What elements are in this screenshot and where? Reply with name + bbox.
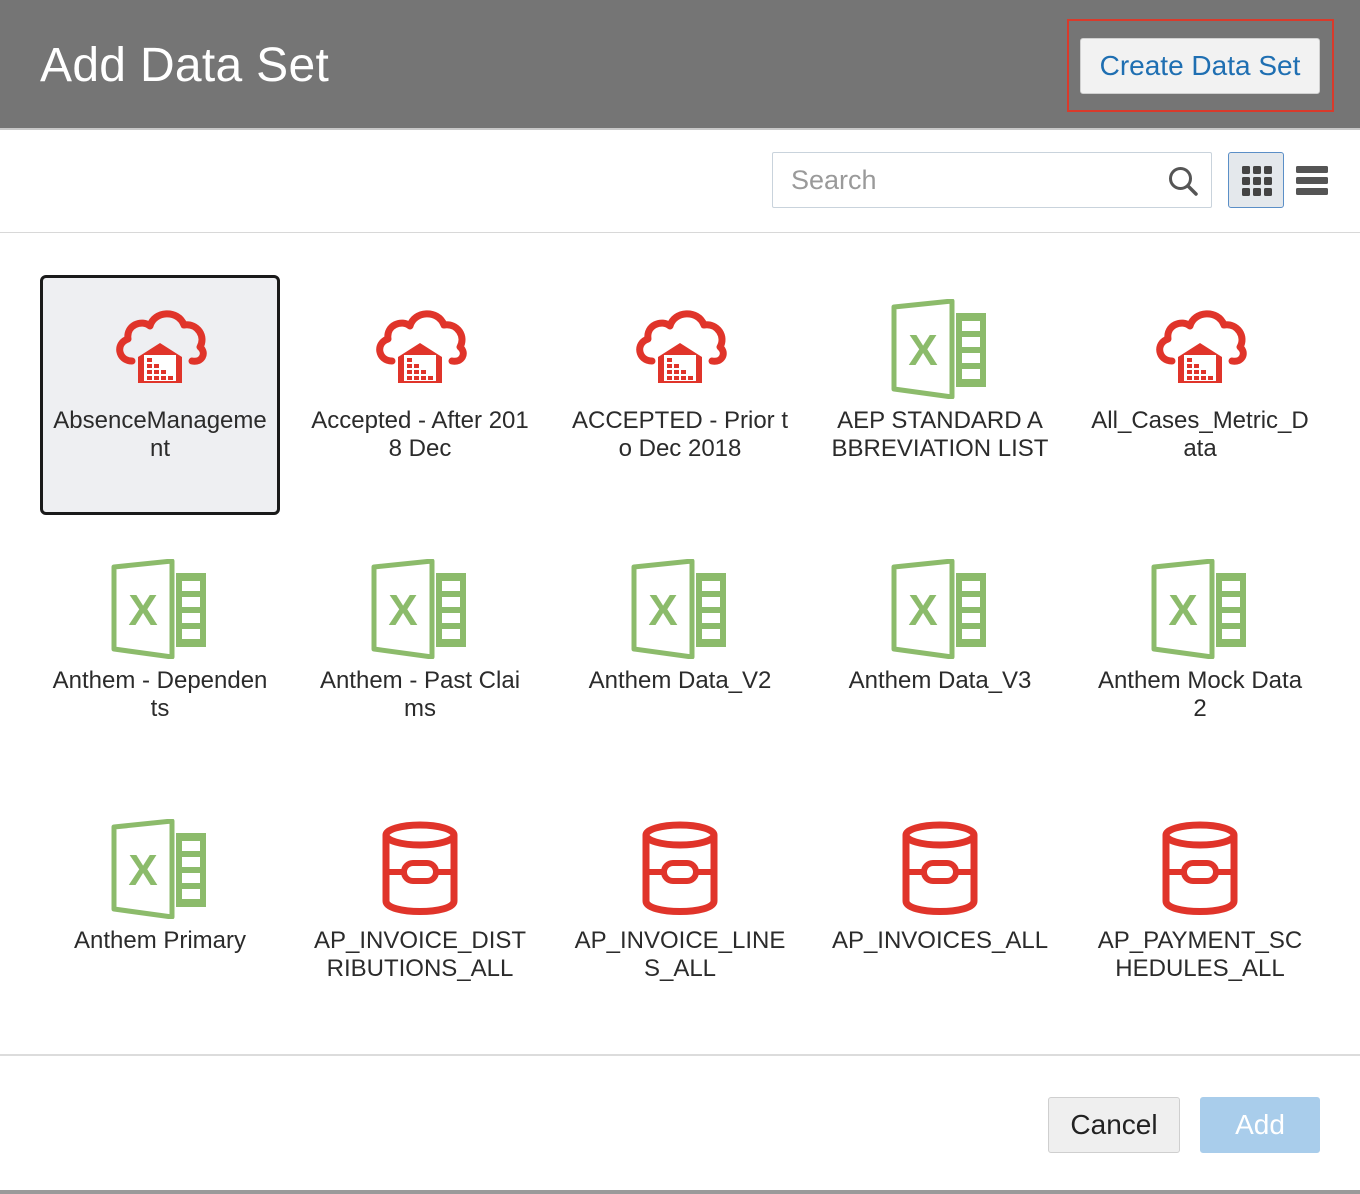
- dataset-tile[interactable]: AP_PAYMENT_SCHEDULES_ALL: [1080, 795, 1320, 1035]
- dataset-label: Anthem Mock Data 2: [1097, 667, 1303, 722]
- dataset-label: AP_PAYMENT_SCHEDULES_ALL: [1097, 927, 1303, 982]
- dataset-label: Accepted - After 2018 Dec: [311, 407, 529, 462]
- list-view-icon[interactable]: [1296, 166, 1328, 196]
- dataset-label: Anthem - Dependents: [52, 667, 268, 722]
- dataset-tile[interactable]: All_Cases_Metric_Data: [1080, 275, 1320, 515]
- search-input[interactable]: [773, 153, 1153, 207]
- cloud-warehouse-icon: [370, 299, 470, 399]
- svg-text:X: X: [908, 326, 937, 375]
- cloud-warehouse-icon: [1150, 299, 1250, 399]
- bottom-divider: [0, 1190, 1360, 1194]
- grid-view-icon: [1242, 166, 1272, 196]
- svg-text:X: X: [648, 586, 677, 635]
- svg-text:X: X: [908, 586, 937, 635]
- dataset-label: AP_INVOICES_ALL: [831, 927, 1049, 954]
- dataset-tile[interactable]: X Anthem Data_V2: [560, 535, 800, 775]
- database-icon: [630, 819, 730, 919]
- excel-file-icon: X: [370, 558, 470, 660]
- dataset-tile[interactable]: X Anthem Mock Data 2: [1080, 535, 1320, 775]
- dataset-label: AP_INVOICE_DISTRIBUTIONS_ALL: [313, 927, 527, 982]
- dataset-grid: AbsenceManagement Accepted - After 2018 D…: [0, 234, 1360, 1054]
- dataset-tile[interactable]: X Anthem Data_V3: [820, 535, 1060, 775]
- dataset-label: ACCEPTED - Prior to Dec 2018: [571, 407, 789, 462]
- database-icon: [890, 819, 990, 919]
- dataset-label: AP_INVOICE_LINES_ALL: [574, 927, 786, 982]
- dataset-label: AEP STANDARD ABBREVIATION LIST: [831, 407, 1049, 462]
- dataset-label: AbsenceManagement: [53, 407, 267, 462]
- dataset-tile[interactable]: X Anthem - Past Claims: [300, 535, 540, 775]
- svg-text:X: X: [1168, 586, 1197, 635]
- dataset-tile[interactable]: Accepted - After 2018 Dec: [300, 275, 540, 515]
- excel-file-icon: X: [1150, 558, 1250, 660]
- toolbar: [0, 132, 1360, 233]
- cloud-warehouse-icon: [110, 299, 210, 399]
- dataset-tile[interactable]: X AEP STANDARD ABBREVIATION LIST: [820, 275, 1060, 515]
- excel-file-icon: X: [110, 818, 210, 920]
- dataset-label: Anthem - Past Claims: [319, 667, 521, 722]
- dataset-label: Anthem Data_V2: [588, 667, 772, 694]
- dataset-tile[interactable]: AP_INVOICES_ALL: [820, 795, 1060, 1035]
- search-box[interactable]: [772, 152, 1212, 208]
- svg-text:X: X: [388, 586, 417, 635]
- search-icon[interactable]: [1168, 166, 1198, 196]
- add-button[interactable]: Add: [1200, 1097, 1320, 1153]
- dataset-tile[interactable]: AP_INVOICE_LINES_ALL: [560, 795, 800, 1035]
- excel-file-icon: X: [630, 558, 730, 660]
- grid-view-button[interactable]: [1228, 152, 1284, 208]
- excel-file-icon: X: [110, 558, 210, 660]
- dialog-footer: Cancel Add: [0, 1054, 1360, 1194]
- dialog-title: Add Data Set: [40, 39, 330, 92]
- cancel-button[interactable]: Cancel: [1048, 1097, 1180, 1153]
- dataset-label: All_Cases_Metric_Data: [1091, 407, 1309, 462]
- dataset-label: Anthem Primary: [73, 927, 247, 954]
- dialog-header: Add Data Set Create Data Set: [0, 0, 1360, 130]
- dataset-tile[interactable]: ACCEPTED - Prior to Dec 2018: [560, 275, 800, 515]
- svg-text:X: X: [128, 846, 157, 895]
- cloud-warehouse-icon: [630, 299, 730, 399]
- dataset-tile[interactable]: X Anthem - Dependents: [40, 535, 280, 775]
- dataset-tile[interactable]: AbsenceManagement: [40, 275, 280, 515]
- dataset-label: Anthem Data_V3: [848, 667, 1032, 694]
- excel-file-icon: X: [890, 298, 990, 400]
- svg-text:X: X: [128, 586, 157, 635]
- database-icon: [370, 819, 470, 919]
- dataset-tile[interactable]: AP_INVOICE_DISTRIBUTIONS_ALL: [300, 795, 540, 1035]
- dataset-tile[interactable]: X Anthem Primary: [40, 795, 280, 1035]
- create-data-set-button[interactable]: Create Data Set: [1080, 38, 1320, 94]
- database-icon: [1150, 819, 1250, 919]
- excel-file-icon: X: [890, 558, 990, 660]
